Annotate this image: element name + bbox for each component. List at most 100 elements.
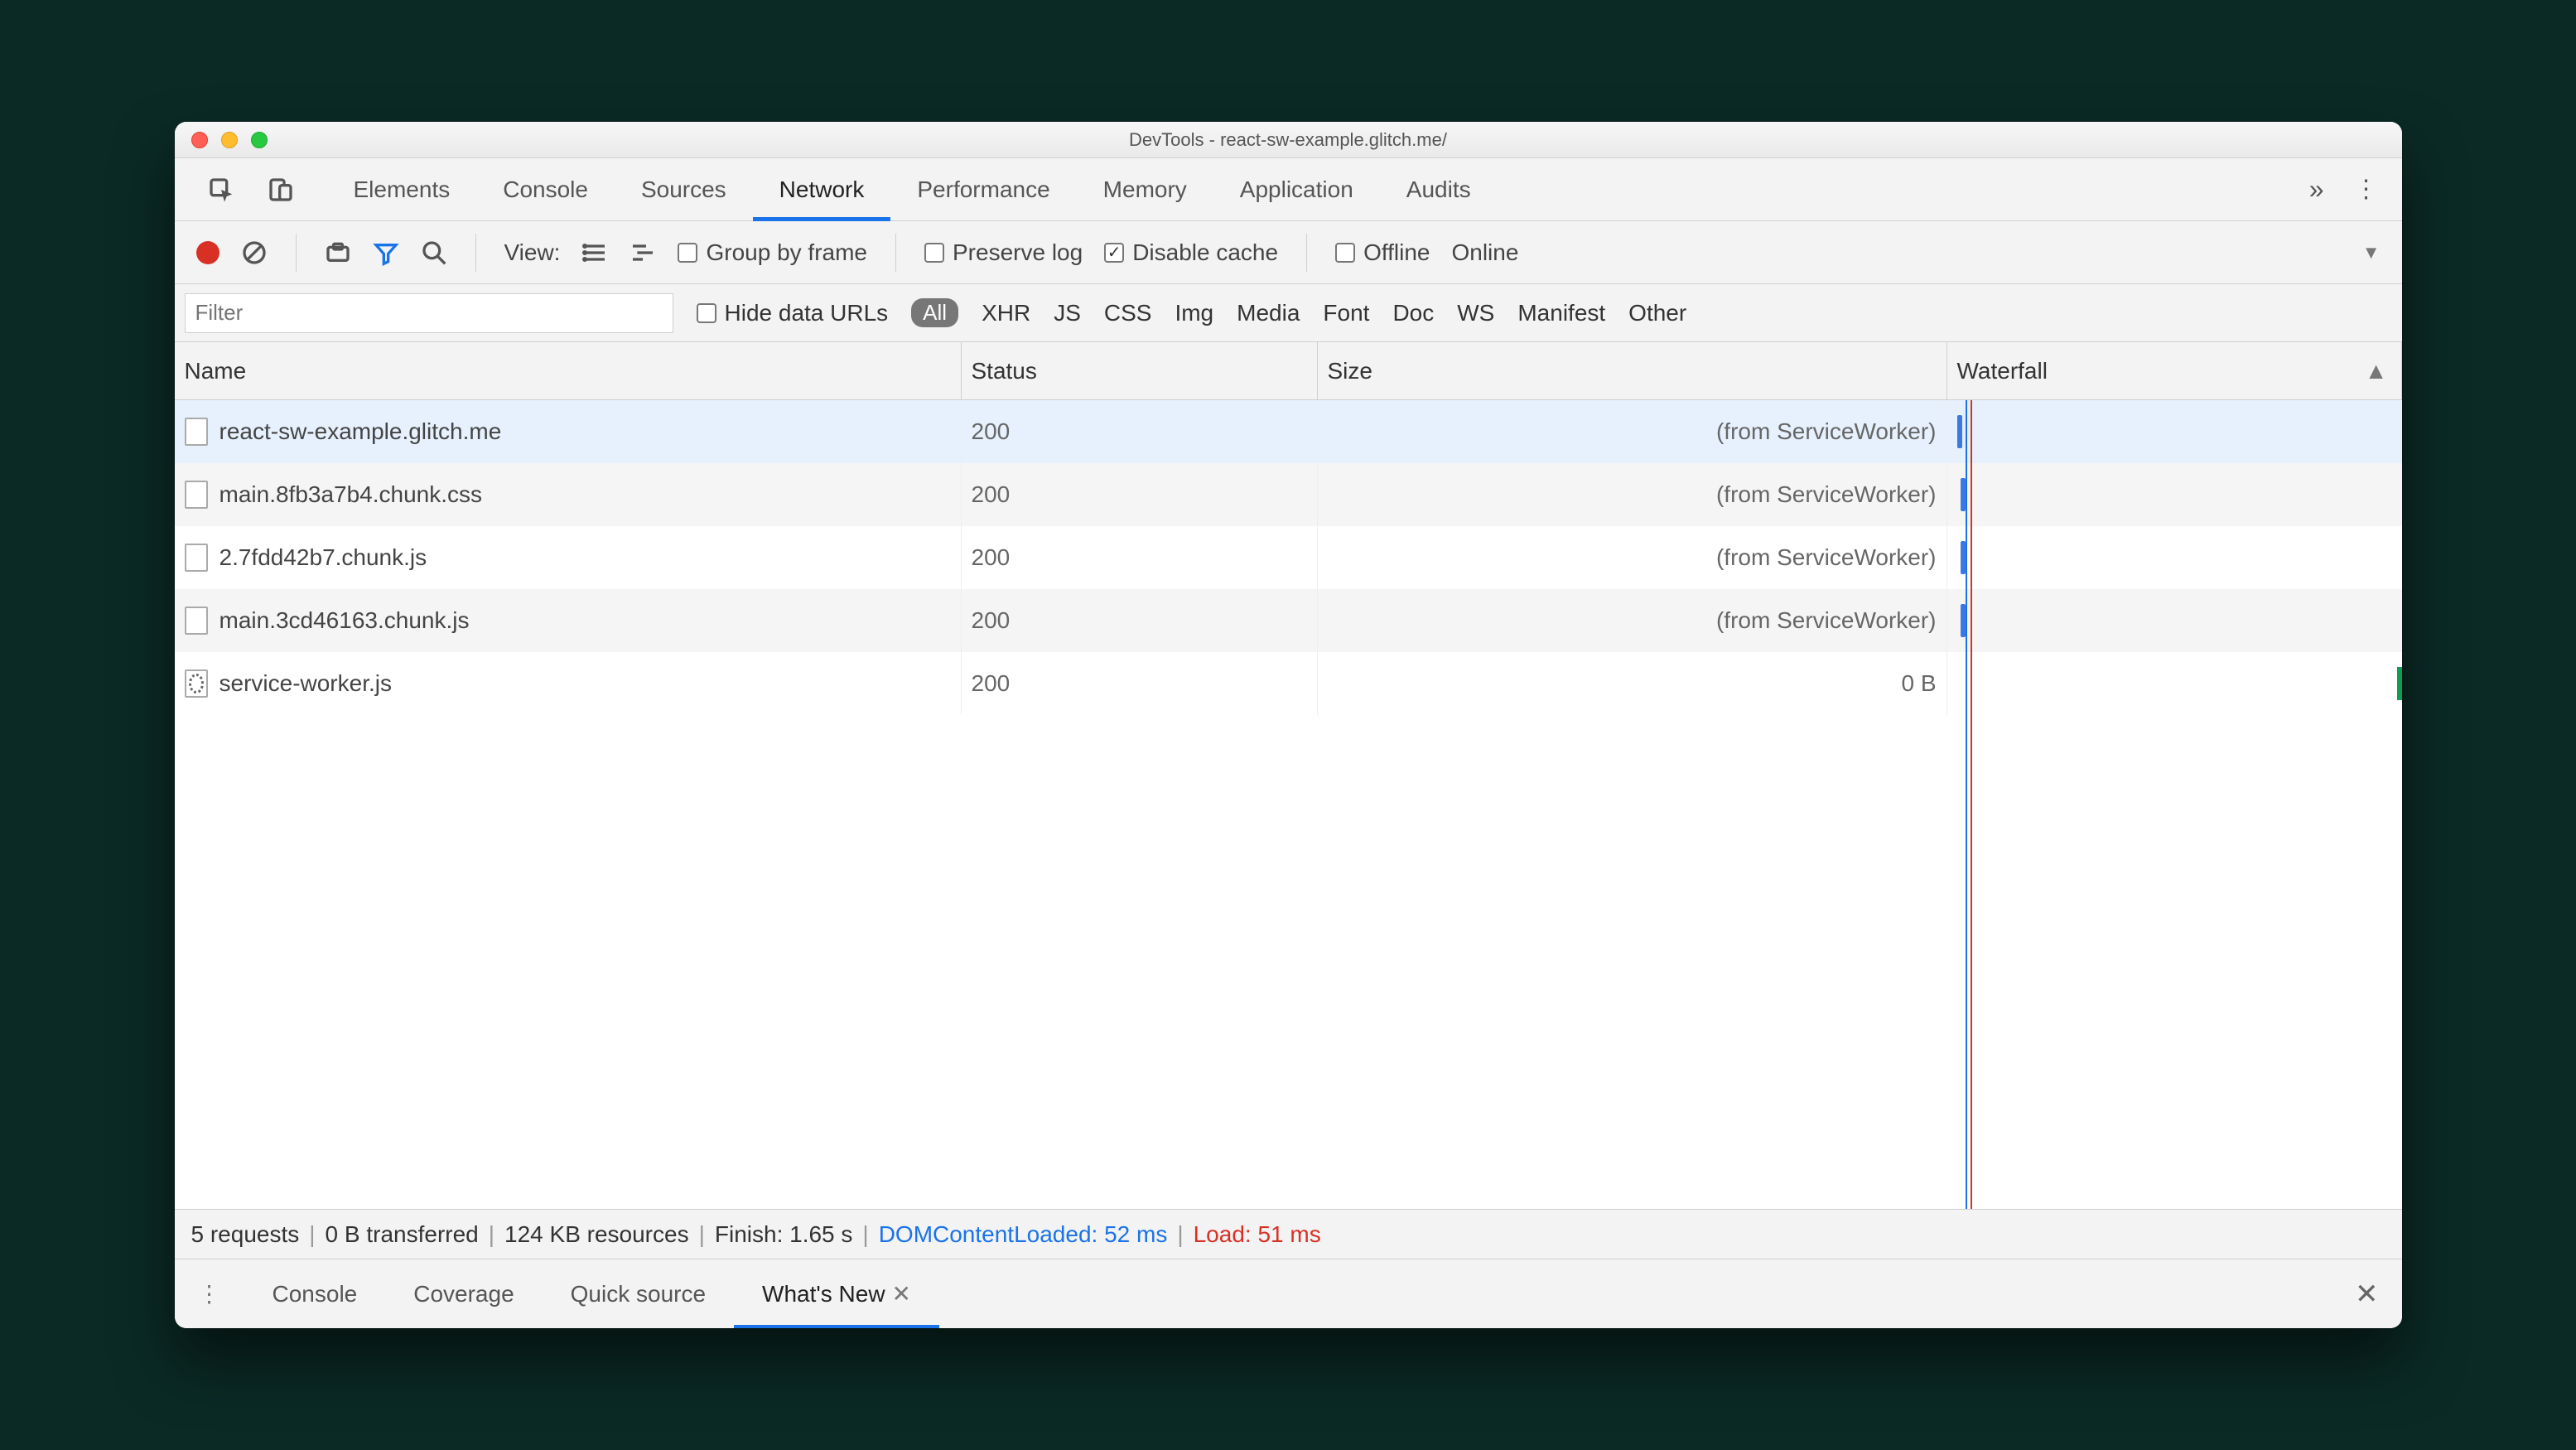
status-finish: Finish: 1.65 s bbox=[710, 1221, 858, 1248]
status-dcl: DOMContentLoaded: 52 ms bbox=[874, 1221, 1173, 1248]
request-row[interactable]: 2.7fdd42b7.chunk.js200(from ServiceWorke… bbox=[175, 526, 2402, 589]
request-row[interactable]: service-worker.js 2000 B bbox=[175, 652, 2402, 715]
overview-icon[interactable] bbox=[630, 239, 656, 266]
filter-type-xhr[interactable]: XHR bbox=[982, 300, 1030, 326]
request-size: (from ServiceWorker) bbox=[1318, 463, 1947, 526]
more-tabs-icon[interactable]: » bbox=[2309, 174, 2324, 205]
window-title: DevTools - react-sw-example.glitch.me/ bbox=[175, 129, 2402, 151]
settings-menu-icon[interactable]: ⋮ bbox=[2354, 175, 2377, 204]
tab-console[interactable]: Console bbox=[476, 158, 615, 221]
group-by-frame-label: Group by frame bbox=[706, 239, 867, 266]
preserve-log-label: Preserve log bbox=[953, 239, 1083, 266]
column-name[interactable]: Name bbox=[175, 342, 962, 399]
request-status: 200 bbox=[962, 589, 1318, 652]
hide-data-urls-label: Hide data URLs bbox=[725, 300, 889, 326]
filter-type-ws[interactable]: WS bbox=[1457, 300, 1494, 326]
tab-memory[interactable]: Memory bbox=[1077, 158, 1213, 221]
request-size: (from ServiceWorker) bbox=[1318, 526, 1947, 589]
drawer-tab-what-s-new[interactable]: What's New ✕ bbox=[734, 1259, 939, 1329]
tab-performance[interactable]: Performance bbox=[890, 158, 1076, 221]
tab-application[interactable]: Application bbox=[1213, 158, 1380, 221]
request-row[interactable]: main.8fb3a7b4.chunk.css 200(from ServiceW… bbox=[175, 463, 2402, 526]
panel-tabs: ElementsConsoleSourcesNetworkPerformance… bbox=[175, 158, 2402, 221]
clear-icon[interactable] bbox=[241, 239, 268, 266]
status-load: Load: 51 ms bbox=[1189, 1221, 1326, 1248]
filter-icon[interactable] bbox=[373, 239, 399, 266]
request-status: 200 bbox=[962, 463, 1318, 526]
device-toggle-icon[interactable] bbox=[268, 176, 294, 203]
tab-network[interactable]: Network bbox=[753, 158, 891, 221]
table-header: Name Status Size Waterfall ▲ bbox=[175, 342, 2402, 400]
column-size[interactable]: Size bbox=[1318, 342, 1947, 399]
filter-type-doc[interactable]: Doc bbox=[1392, 300, 1434, 326]
titlebar: DevTools - react-sw-example.glitch.me/ bbox=[175, 122, 2402, 158]
filter-type-media[interactable]: Media bbox=[1237, 300, 1300, 326]
file-icon bbox=[185, 607, 208, 635]
checkbox-icon bbox=[924, 243, 944, 263]
group-by-frame-toggle[interactable]: Group by frame bbox=[678, 239, 867, 266]
file-icon bbox=[185, 418, 208, 446]
inspect-icon[interactable] bbox=[208, 176, 234, 203]
capture-screenshots-icon[interactable] bbox=[325, 239, 351, 266]
request-name: main.8fb3a7b4.chunk.css bbox=[219, 481, 483, 508]
request-name: main.3cd46163.chunk.js bbox=[219, 607, 470, 634]
sort-asc-icon: ▲ bbox=[2365, 358, 2388, 384]
status-transferred: 0 B transferred bbox=[321, 1221, 484, 1248]
file-icon bbox=[185, 481, 208, 509]
tab-audits[interactable]: Audits bbox=[1380, 158, 1498, 221]
status-bar: 5 requests| 0 B transferred| 124 KB reso… bbox=[175, 1209, 2402, 1259]
request-status: 200 bbox=[962, 652, 1318, 715]
chevron-down-icon[interactable]: ▼ bbox=[2362, 242, 2381, 263]
status-resources: 124 KB resources bbox=[499, 1221, 694, 1248]
record-icon[interactable] bbox=[196, 241, 219, 264]
filter-type-font[interactable]: Font bbox=[1323, 300, 1369, 326]
request-row[interactable]: main.3cd46163.chunk.js 200(from ServiceWo… bbox=[175, 589, 2402, 652]
disable-cache-toggle[interactable]: Disable cache bbox=[1104, 239, 1278, 266]
file-icon bbox=[185, 544, 208, 572]
filter-type-manifest[interactable]: Manifest bbox=[1517, 300, 1605, 326]
request-list[interactable]: react-sw-example.glitch.me200(from Servi… bbox=[175, 400, 2402, 1209]
close-drawer-icon[interactable]: ✕ bbox=[2332, 1278, 2402, 1311]
search-icon[interactable] bbox=[421, 239, 447, 266]
filter-type-img[interactable]: Img bbox=[1175, 300, 1213, 326]
network-toolbar: View: Group by frame Preserve log Disabl… bbox=[175, 221, 2402, 284]
preserve-log-toggle[interactable]: Preserve log bbox=[924, 239, 1083, 266]
request-size: 0 B bbox=[1318, 652, 1947, 715]
request-waterfall bbox=[1947, 526, 2402, 589]
status-requests: 5 requests bbox=[186, 1221, 305, 1248]
request-waterfall bbox=[1947, 400, 2402, 463]
request-size: (from ServiceWorker) bbox=[1318, 589, 1947, 652]
request-size: (from ServiceWorker) bbox=[1318, 400, 1947, 463]
request-name: service-worker.js bbox=[219, 670, 392, 697]
filter-type-css[interactable]: CSS bbox=[1104, 300, 1152, 326]
checkbox-icon bbox=[697, 303, 716, 323]
checkbox-icon bbox=[1335, 243, 1355, 263]
gear-icon bbox=[185, 669, 208, 698]
disable-cache-label: Disable cache bbox=[1132, 239, 1278, 266]
column-waterfall[interactable]: Waterfall ▲ bbox=[1947, 342, 2402, 399]
column-status[interactable]: Status bbox=[962, 342, 1318, 399]
request-row[interactable]: react-sw-example.glitch.me200(from Servi… bbox=[175, 400, 2402, 463]
drawer-tab-console[interactable]: Console bbox=[244, 1259, 386, 1329]
tab-sources[interactable]: Sources bbox=[615, 158, 753, 221]
offline-toggle[interactable]: Offline bbox=[1335, 239, 1430, 266]
filter-input[interactable] bbox=[185, 293, 673, 333]
request-waterfall bbox=[1947, 652, 2402, 715]
request-name: 2.7fdd42b7.chunk.js bbox=[219, 544, 427, 571]
devtools-window: DevTools - react-sw-example.glitch.me/ E… bbox=[175, 122, 2402, 1328]
request-waterfall bbox=[1947, 589, 2402, 652]
checkbox-icon bbox=[1104, 243, 1124, 263]
filter-type-other[interactable]: Other bbox=[1628, 300, 1686, 326]
drawer-menu-icon[interactable]: ⋮ bbox=[175, 1280, 244, 1307]
large-rows-icon[interactable] bbox=[581, 239, 608, 266]
tab-elements[interactable]: Elements bbox=[327, 158, 477, 221]
drawer-tab-quick-source[interactable]: Quick source bbox=[543, 1259, 734, 1329]
request-waterfall bbox=[1947, 463, 2402, 526]
filter-bar: Hide data URLs All XHR JS CSS Img Media Font Do… bbox=[175, 284, 2402, 342]
close-tab-icon[interactable]: ✕ bbox=[892, 1280, 911, 1307]
filter-type-all[interactable]: All bbox=[911, 298, 958, 327]
hide-data-urls-toggle[interactable]: Hide data URLs bbox=[697, 300, 889, 326]
filter-type-js[interactable]: JS bbox=[1054, 300, 1081, 326]
drawer-tab-coverage[interactable]: Coverage bbox=[385, 1259, 542, 1329]
throttling-select[interactable]: Online bbox=[1451, 239, 1518, 266]
